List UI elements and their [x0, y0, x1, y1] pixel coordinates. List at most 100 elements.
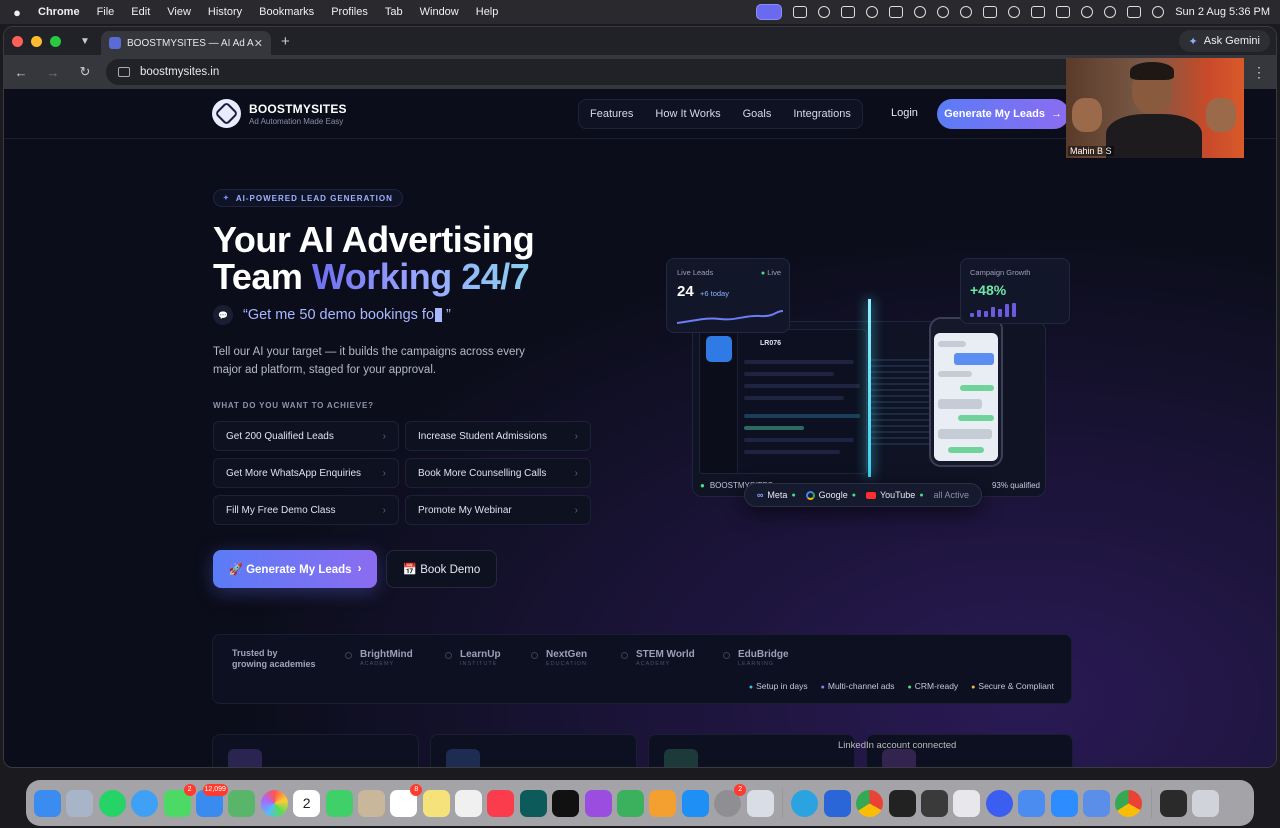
- downloads-stack-icon[interactable]: [1160, 789, 1188, 817]
- user-icon[interactable]: [1008, 6, 1021, 18]
- preview-icon[interactable]: [746, 789, 774, 817]
- moon-icon[interactable]: [960, 6, 973, 18]
- menu-history[interactable]: History: [208, 6, 242, 18]
- nav-integrations[interactable]: Integrations: [782, 108, 861, 120]
- sync-icon[interactable]: [818, 6, 831, 18]
- apple-logo-icon[interactable]: ●: [10, 5, 24, 20]
- trash-icon[interactable]: [1192, 789, 1220, 817]
- xcode-icon[interactable]: [823, 789, 851, 817]
- feature-card[interactable]: [648, 734, 855, 767]
- minimize-window-button[interactable]: [31, 35, 42, 47]
- chrome-profile-icon[interactable]: [1115, 789, 1143, 817]
- volume-icon[interactable]: [983, 6, 998, 18]
- menu-file[interactable]: File: [97, 6, 115, 18]
- new-tab-plus-icon[interactable]: +: [281, 33, 290, 50]
- wifi-icon[interactable]: [1081, 6, 1094, 18]
- close-window-button[interactable]: [12, 35, 23, 47]
- battery-icon[interactable]: [1056, 6, 1071, 18]
- goal-option[interactable]: Get 200 Qualified Leads ›: [213, 421, 399, 451]
- forward-arrow-icon[interactable]: →: [46, 65, 60, 80]
- podcasts-icon[interactable]: [584, 789, 612, 817]
- quicktime-icon[interactable]: [985, 789, 1013, 817]
- freeform-icon[interactable]: [455, 789, 483, 817]
- feature-card[interactable]: [212, 734, 419, 767]
- goal-option[interactable]: Promote My Webinar ›: [405, 495, 591, 525]
- app-store-icon[interactable]: [681, 789, 709, 817]
- goal-option[interactable]: Book More Counselling Calls ›: [405, 458, 591, 488]
- camera-icon[interactable]: [841, 6, 856, 18]
- pages-icon[interactable]: [649, 789, 677, 817]
- nav-goals[interactable]: Goals: [732, 108, 783, 120]
- stocks-icon[interactable]: [519, 789, 547, 817]
- notes-icon[interactable]: [422, 789, 450, 817]
- timer-icon[interactable]: [937, 6, 950, 18]
- launchpad-icon[interactable]: [66, 789, 94, 817]
- screenshot-icon[interactable]: [1082, 789, 1110, 817]
- play-icon[interactable]: [914, 6, 927, 18]
- music-icon[interactable]: [487, 789, 515, 817]
- screen-share-icon[interactable]: [756, 4, 783, 20]
- menubar-clock[interactable]: Sun 2 Aug 5:36 PM: [1175, 6, 1270, 18]
- maps-icon[interactable]: [228, 789, 256, 817]
- system-settings-icon[interactable]: 2: [714, 783, 747, 817]
- cloud-icon[interactable]: [889, 6, 904, 18]
- reminders-icon[interactable]: 8: [390, 783, 423, 817]
- chrome-icon[interactable]: [856, 789, 884, 817]
- site-logo[interactable]: BOOSTMYSITES Ad Automation Made Easy: [212, 99, 347, 128]
- book-demo-button[interactable]: 📅 Book Demo: [386, 550, 497, 588]
- mail-icon[interactable]: 12,099: [195, 783, 228, 817]
- photos-icon[interactable]: [260, 789, 288, 817]
- menu-bookmarks[interactable]: Bookmarks: [259, 6, 314, 18]
- nav-features[interactable]: Features: [579, 108, 644, 120]
- zoom-app-icon[interactable]: [1050, 789, 1078, 817]
- disk-utility-icon[interactable]: [953, 789, 981, 817]
- goal-option[interactable]: Get More WhatsApp Enquiries ›: [213, 458, 399, 488]
- terminal-icon[interactable]: [888, 789, 916, 817]
- menu-app-name[interactable]: Chrome: [38, 6, 80, 18]
- generate-leads-button[interactable]: 🚀 Generate My Leads ›: [213, 550, 377, 588]
- menu-edit[interactable]: Edit: [131, 6, 150, 18]
- shield-icon[interactable]: [866, 6, 879, 18]
- safari-icon[interactable]: [131, 789, 159, 817]
- menu-help[interactable]: Help: [476, 6, 499, 18]
- finder-window-icon[interactable]: [1018, 789, 1046, 817]
- cube-app-icon[interactable]: [920, 789, 948, 817]
- numbers-icon[interactable]: [617, 789, 645, 817]
- address-bar[interactable]: boostmysites.in ☆: [106, 59, 1234, 85]
- finder-icon[interactable]: [34, 789, 61, 817]
- nav-how-it-works[interactable]: How It Works: [644, 108, 731, 120]
- whatsapp-icon[interactable]: [98, 789, 126, 817]
- facetime-icon[interactable]: [325, 789, 353, 817]
- bluetooth-icon[interactable]: [1031, 6, 1046, 18]
- feature-card[interactable]: [430, 734, 637, 767]
- goal-option[interactable]: Increase Student Admissions ›: [405, 421, 591, 451]
- tab-search-chevron-icon[interactable]: ▼: [75, 31, 95, 51]
- maximize-window-button[interactable]: [50, 35, 61, 47]
- active-tab[interactable]: BOOSTMYSITES — AI Ad Aut ✕: [101, 31, 271, 55]
- back-arrow-icon[interactable]: ←: [14, 65, 28, 80]
- menu-profiles[interactable]: Profiles: [331, 6, 368, 18]
- video-call-thumbnail[interactable]: Mahin B S: [1066, 58, 1244, 158]
- nav-generate-leads-button[interactable]: Generate My Leads →: [937, 99, 1069, 129]
- calendar-icon[interactable]: 2: [293, 789, 321, 817]
- url-text[interactable]: boostmysites.in: [140, 66, 1200, 78]
- contacts-icon[interactable]: [357, 789, 385, 817]
- apple-tv-icon[interactable]: [552, 789, 580, 817]
- goal-option[interactable]: Fill My Free Demo Class ›: [213, 495, 399, 525]
- messages-icon[interactable]: 2: [163, 783, 196, 817]
- control-center-icon[interactable]: [1127, 6, 1142, 18]
- reload-icon[interactable]: ↻: [78, 64, 92, 80]
- growth-bar: [991, 307, 995, 317]
- menu-window[interactable]: Window: [420, 6, 459, 18]
- search-icon[interactable]: [1104, 6, 1117, 18]
- close-tab-icon[interactable]: ✕: [254, 37, 263, 50]
- chrome-menu-icon[interactable]: ⋮: [1252, 64, 1266, 81]
- login-link[interactable]: Login: [891, 107, 918, 119]
- telegram-icon[interactable]: [791, 789, 819, 817]
- ask-gemini-button[interactable]: ✦ Ask Gemini: [1178, 30, 1270, 52]
- menu-tab[interactable]: Tab: [385, 6, 403, 18]
- menu-view[interactable]: View: [167, 6, 191, 18]
- site-info-icon[interactable]: [118, 67, 130, 77]
- app-status-icon[interactable]: [793, 6, 808, 18]
- siri-icon[interactable]: [1152, 6, 1165, 18]
